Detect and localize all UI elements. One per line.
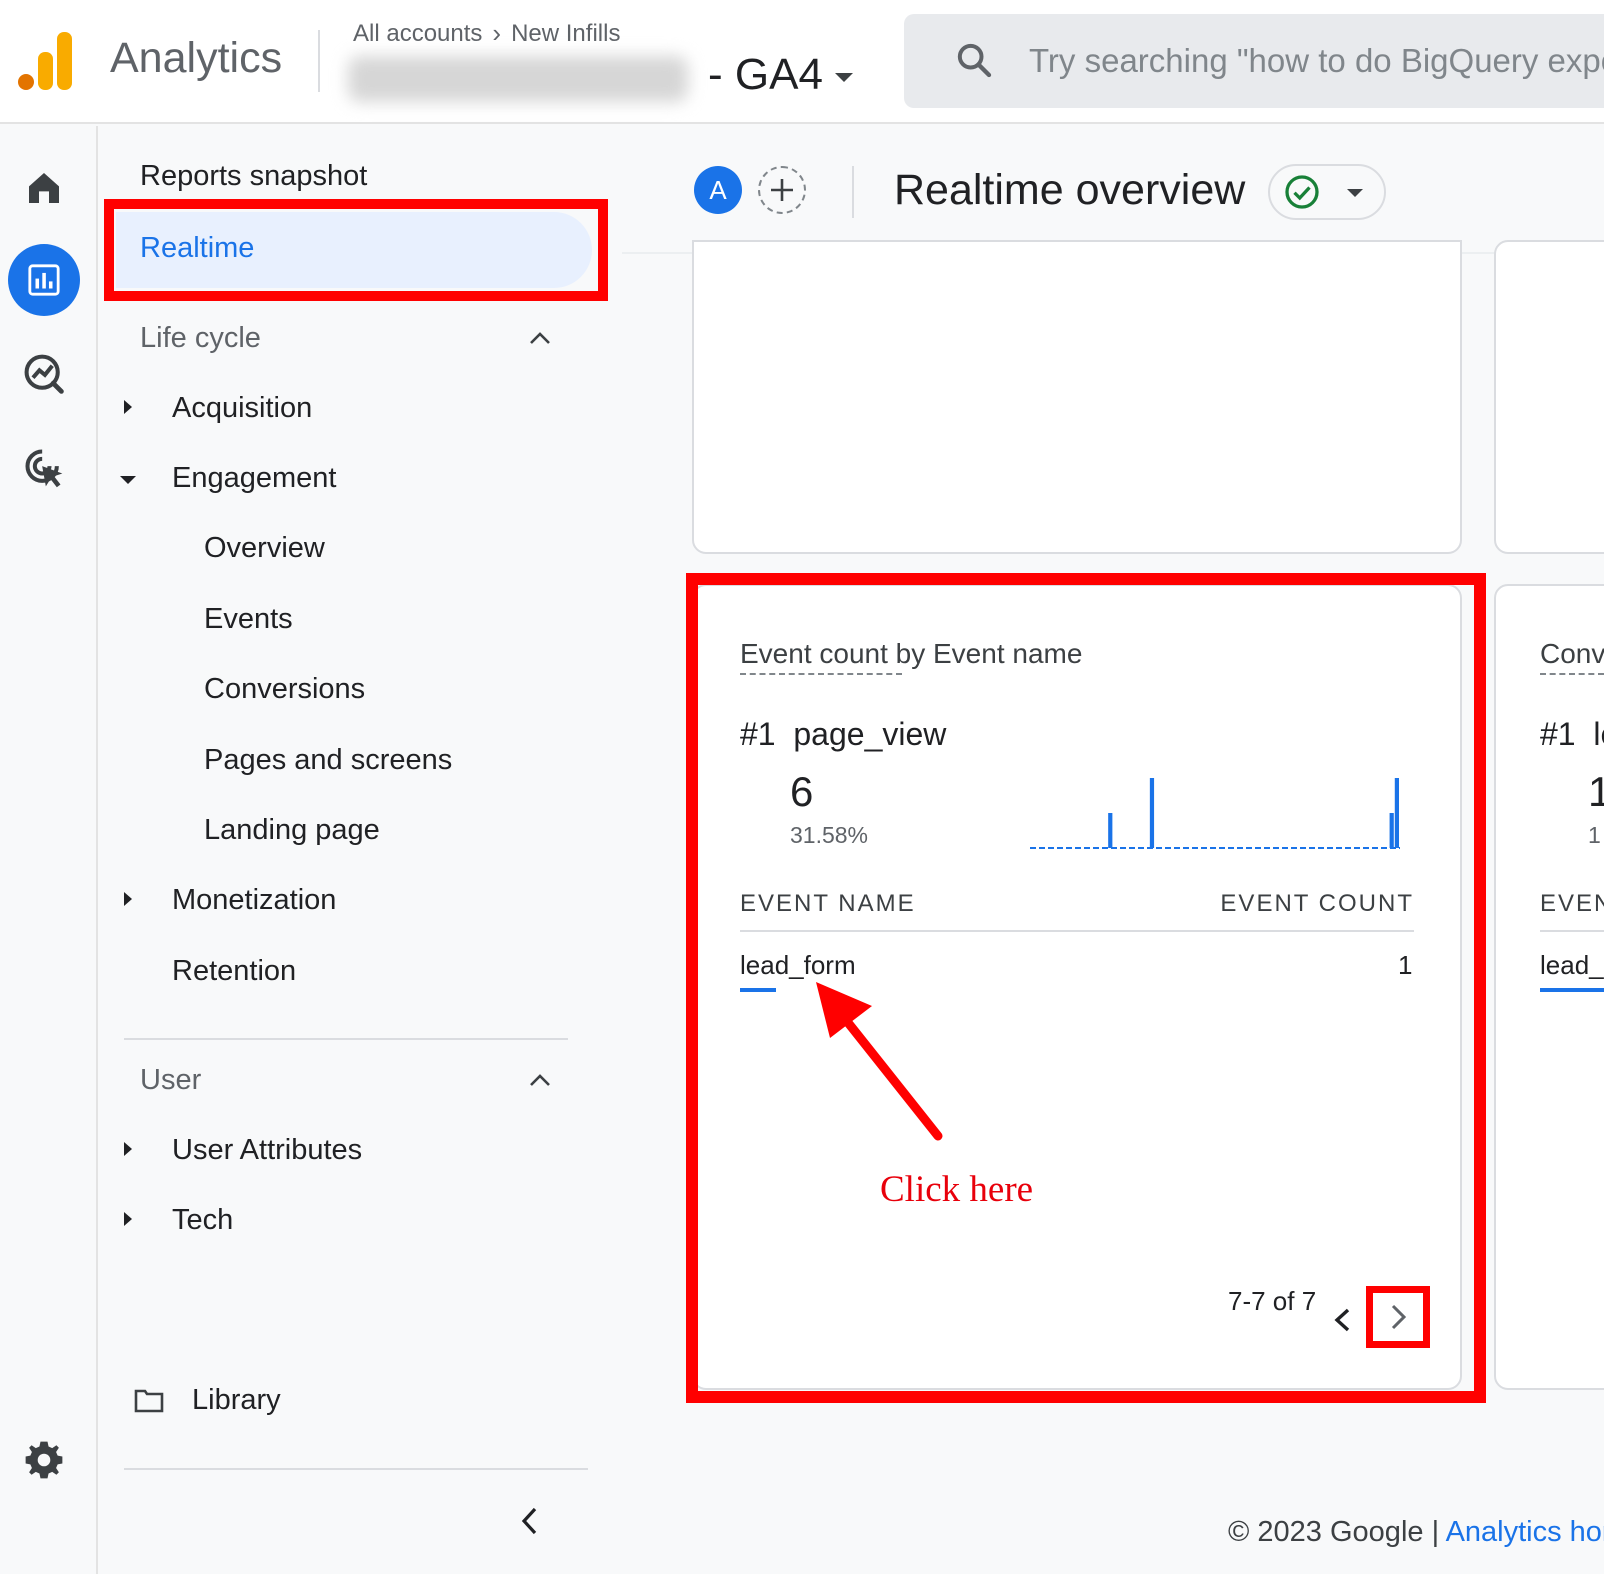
status-menu-button[interactable] — [1268, 164, 1386, 220]
dropdown-caret-icon — [834, 72, 853, 82]
rail-reports-button[interactable] — [8, 244, 80, 316]
home-icon — [29, 173, 59, 203]
table-divider — [1540, 930, 1604, 932]
comparison-avatar[interactable]: A — [694, 166, 742, 214]
nav-retention[interactable]: Retention — [172, 955, 296, 988]
annotation-label: Click here — [880, 1169, 1034, 1210]
top-card — [692, 240, 1462, 554]
chevron-up-icon[interactable] — [528, 330, 552, 346]
conversions-top-value: 1 — [1588, 768, 1604, 815]
rail-home-button[interactable] — [8, 152, 80, 224]
breadcrumb-account[interactable]: New Infills — [511, 20, 620, 48]
ga4-realtime-page: Analytics All accounts › New Infills - G… — [0, 0, 1604, 1574]
app-title: Analytics — [110, 34, 283, 82]
nav-library[interactable]: Library — [192, 1384, 281, 1417]
footer-copyright: © 2023 Google | — [1228, 1516, 1446, 1548]
conversions-top-event: le — [1593, 716, 1604, 752]
nav-engagement-events[interactable]: Events — [204, 603, 293, 636]
report-header: A Realtime overview — [622, 126, 1604, 254]
sidebar-divider — [124, 1038, 568, 1040]
header-divider — [852, 166, 854, 218]
title-underline — [1540, 673, 1604, 675]
check-circle-icon — [1285, 175, 1319, 209]
property-selector[interactable]: - GA4 — [708, 50, 853, 100]
gear-icon — [25, 1441, 63, 1479]
property-name-redacted[interactable] — [348, 56, 688, 102]
header-divider — [318, 30, 320, 92]
collapse-arrow-icon[interactable] — [120, 476, 136, 484]
top-bar: Analytics All accounts › New Infills - G… — [0, 0, 1604, 124]
section-user[interactable]: User — [140, 1064, 201, 1097]
nav-engagement-landing-page[interactable]: Landing page — [204, 814, 380, 847]
sidebar-divider — [124, 1468, 588, 1470]
explore-icon — [24, 354, 64, 394]
plus-icon — [771, 179, 793, 201]
top-right-card — [1494, 240, 1604, 554]
nav-monetization[interactable]: Monetization — [172, 884, 336, 917]
footer-analytics-home-link[interactable]: Analytics home — [1446, 1516, 1604, 1548]
chevron-right-icon: › — [492, 18, 502, 48]
expand-arrow-icon[interactable] — [124, 1212, 132, 1226]
nav-user-attributes[interactable]: User Attributes — [172, 1134, 362, 1167]
chevron-up-icon[interactable] — [528, 1072, 552, 1088]
conversions-column-header[interactable]: EVEN — [1540, 890, 1604, 918]
expand-arrow-icon[interactable] — [124, 400, 132, 414]
advertising-icon — [25, 449, 63, 488]
expand-arrow-icon[interactable] — [124, 892, 132, 906]
left-rail — [0, 126, 98, 1574]
conversions-top-rank: #1 le — [1540, 716, 1604, 753]
bar-chart-icon — [28, 264, 60, 296]
nav-engagement-overview[interactable]: Overview — [204, 532, 325, 565]
nav-acquisition[interactable]: Acquisition — [172, 392, 312, 425]
dropdown-caret-icon — [1347, 189, 1363, 197]
search-input[interactable] — [1029, 36, 1604, 86]
collapse-sidebar-icon[interactable] — [520, 1506, 540, 1536]
rank-number: #1 — [1540, 716, 1576, 752]
nav-engagement-pages-screens[interactable]: Pages and screens — [204, 744, 452, 777]
page-title: Realtime overview — [894, 166, 1246, 214]
rail-settings-button[interactable] — [8, 1424, 80, 1496]
annotation-highlight-realtime — [104, 199, 608, 301]
folder-icon — [134, 1389, 164, 1413]
property-suffix: - GA4 — [708, 50, 823, 99]
breadcrumb[interactable]: All accounts › New Infills — [353, 18, 620, 49]
conversions-card — [1494, 584, 1604, 1390]
reports-sidebar: Reports snapshot Realtime Life cycle Acq… — [100, 126, 620, 1574]
nav-engagement[interactable]: Engagement — [172, 462, 336, 495]
conversions-top-percent: 1 — [1588, 822, 1601, 848]
expand-arrow-icon[interactable] — [124, 1142, 132, 1156]
search-bar[interactable] — [904, 14, 1604, 108]
conversions-card-title[interactable]: Conv — [1540, 638, 1604, 670]
rail-explore-button[interactable] — [8, 338, 80, 410]
section-life-cycle[interactable]: Life cycle — [140, 322, 261, 355]
analytics-logo-icon[interactable] — [18, 30, 72, 90]
row-bar — [1540, 988, 1604, 992]
footer: © 2023 Google | Analytics home — [1228, 1516, 1604, 1549]
annotation-arrow-icon — [816, 982, 943, 1141]
search-icon — [957, 43, 992, 78]
breadcrumb-all-accounts[interactable]: All accounts — [353, 20, 482, 48]
nav-tech[interactable]: Tech — [172, 1204, 233, 1237]
rail-advertising-button[interactable] — [8, 432, 80, 504]
conversions-table-row[interactable]: lead_ — [1540, 950, 1604, 981]
nav-reports-snapshot[interactable]: Reports snapshot — [140, 160, 367, 193]
nav-engagement-conversions[interactable]: Conversions — [204, 673, 365, 706]
add-comparison-button[interactable] — [758, 166, 806, 214]
